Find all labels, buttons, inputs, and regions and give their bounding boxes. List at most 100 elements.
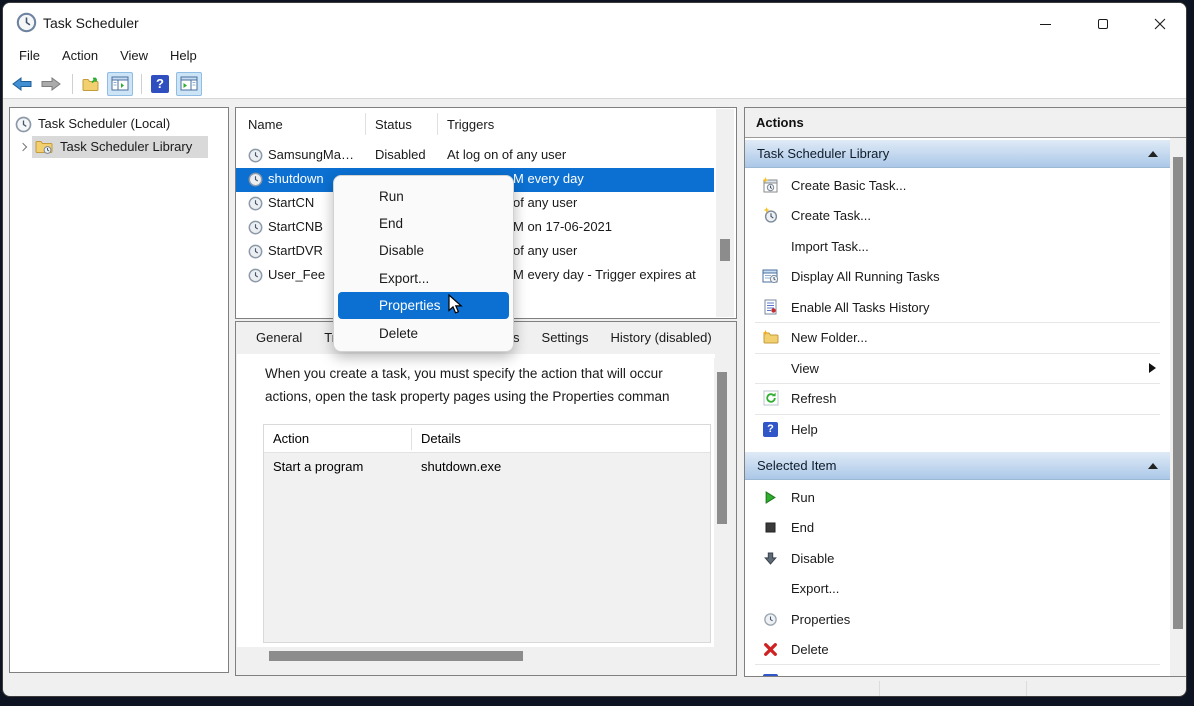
- action-label: Help: [791, 422, 818, 437]
- app-clock-icon: [16, 12, 37, 38]
- column-triggers[interactable]: Triggers: [447, 117, 494, 132]
- menu-file[interactable]: File: [8, 45, 51, 67]
- task-name: User_Fee: [268, 267, 325, 282]
- action-help-library[interactable]: Help: [745, 414, 1170, 444]
- context-menu-end[interactable]: End: [338, 210, 509, 237]
- action-label: End: [791, 520, 814, 535]
- menu-action[interactable]: Action: [51, 45, 109, 67]
- back-button[interactable]: [9, 72, 35, 96]
- action-label: Delete: [791, 642, 829, 657]
- task-folder-icon: [35, 139, 53, 158]
- tab-history[interactable]: History (disabled): [601, 325, 722, 351]
- action-import-task[interactable]: Import Task...: [745, 231, 1170, 261]
- column-action[interactable]: Action: [273, 431, 309, 446]
- action-label: Create Task...: [791, 208, 871, 223]
- action-create-task[interactable]: Create Task...: [745, 200, 1170, 230]
- maximize-icon: [1098, 19, 1108, 29]
- group-header-selected-item[interactable]: Selected Item: [745, 452, 1170, 480]
- action-help-selected[interactable]: Help: [745, 666, 1170, 676]
- actions-pane-scrollbar[interactable]: [1170, 138, 1186, 676]
- column-divider[interactable]: [365, 113, 366, 135]
- detail-vscrollbar[interactable]: [714, 358, 730, 648]
- scrollbar-thumb[interactable]: [1173, 157, 1183, 629]
- action-end[interactable]: End: [745, 512, 1170, 542]
- task-trigger: At log on of any user: [447, 147, 566, 162]
- clock-icon: [248, 244, 263, 262]
- context-menu-delete[interactable]: Delete: [338, 320, 509, 347]
- action-export[interactable]: Export...: [745, 573, 1170, 603]
- collapse-arrow-icon[interactable]: [1148, 151, 1158, 157]
- run-icon: [762, 489, 779, 506]
- tree-item-local[interactable]: Task Scheduler (Local): [10, 113, 228, 135]
- actions-table-header: Action Details: [264, 425, 710, 453]
- description-line1: When you create a task, you must specify…: [265, 366, 663, 381]
- action-display-running-tasks[interactable]: Display All Running Tasks: [745, 261, 1170, 291]
- expander-chevron-icon[interactable]: [19, 143, 27, 151]
- action-disable[interactable]: Disable: [745, 543, 1170, 573]
- minimize-button[interactable]: [1022, 11, 1068, 37]
- action-create-basic-task[interactable]: Create Basic Task...: [745, 170, 1170, 200]
- export-list-icon: [82, 76, 101, 92]
- tab-settings[interactable]: Settings: [532, 325, 599, 351]
- tab-general[interactable]: General: [246, 325, 312, 351]
- help-button[interactable]: [147, 72, 173, 96]
- task-list-scrollbar[interactable]: [716, 109, 734, 317]
- context-menu: Run End Disable Export... Properties Del…: [333, 175, 514, 352]
- menu-help[interactable]: Help: [159, 45, 208, 67]
- scrollbar-thumb[interactable]: [717, 372, 727, 524]
- actions-pane-title: Actions: [745, 108, 1186, 138]
- action-cell: Start a program: [273, 459, 363, 474]
- export-list-button[interactable]: [78, 72, 104, 96]
- actions-pane: Actions Task Scheduler Library Create Ba…: [744, 107, 1187, 677]
- show-console-tree-button[interactable]: [107, 72, 133, 96]
- scrollbar-thumb[interactable]: [269, 651, 523, 661]
- action-row[interactable]: Start a program shutdown.exe: [264, 453, 710, 479]
- menu-view[interactable]: View: [109, 45, 159, 67]
- action-run[interactable]: Run: [745, 482, 1170, 512]
- context-menu-export[interactable]: Export...: [338, 265, 509, 292]
- context-menu-properties[interactable]: Properties: [338, 292, 509, 319]
- action-label: Refresh: [791, 391, 837, 406]
- action-label: New Folder...: [791, 330, 868, 345]
- action-label: Create Basic Task...: [791, 178, 906, 193]
- action-refresh[interactable]: Refresh: [745, 383, 1170, 413]
- show-action-pane-button[interactable]: [176, 72, 202, 96]
- close-button[interactable]: [1137, 11, 1183, 37]
- action-label: Import Task...: [791, 239, 869, 254]
- action-delete[interactable]: Delete: [745, 634, 1170, 664]
- collapse-arrow-icon[interactable]: [1148, 463, 1158, 469]
- forward-icon: [41, 77, 61, 91]
- column-status[interactable]: Status: [375, 117, 412, 132]
- task-trigger: M every day: [513, 171, 584, 186]
- clock-icon: [248, 172, 263, 190]
- action-label: Properties: [791, 612, 850, 627]
- help-icon: [762, 673, 779, 677]
- task-row[interactable]: SamsungMa… Disabled At log on of any use…: [236, 144, 714, 168]
- action-view[interactable]: View: [745, 353, 1170, 383]
- action-label: Display All Running Tasks: [791, 269, 940, 284]
- action-properties[interactable]: Properties: [745, 604, 1170, 634]
- task-name: SamsungMa…: [268, 147, 354, 162]
- context-menu-run[interactable]: Run: [338, 183, 509, 210]
- action-new-folder[interactable]: New Folder...: [745, 322, 1170, 352]
- maximize-button[interactable]: [1080, 11, 1126, 37]
- action-enable-history[interactable]: Enable All Tasks History: [745, 292, 1170, 322]
- column-details[interactable]: Details: [421, 431, 461, 446]
- tree-item-library[interactable]: Task Scheduler Library: [10, 136, 228, 158]
- action-label: Disable: [791, 551, 834, 566]
- column-divider[interactable]: [411, 428, 412, 450]
- task-scheduler-window: Task Scheduler File Action View Help: [2, 2, 1187, 697]
- toolbar: [3, 69, 1186, 99]
- group-header-library[interactable]: Task Scheduler Library: [745, 140, 1170, 168]
- context-menu-disable[interactable]: Disable: [338, 237, 509, 264]
- toolbar-separator: [141, 74, 142, 94]
- detail-hscrollbar[interactable]: [242, 649, 712, 663]
- display-running-tasks-icon: [762, 268, 779, 285]
- column-name[interactable]: Name: [248, 117, 283, 132]
- minimize-icon: [1040, 24, 1051, 25]
- end-icon: [762, 519, 779, 536]
- forward-button[interactable]: [38, 72, 64, 96]
- scrollbar-thumb[interactable]: [720, 239, 730, 261]
- action-label: Export...: [791, 581, 839, 596]
- column-divider[interactable]: [437, 113, 438, 135]
